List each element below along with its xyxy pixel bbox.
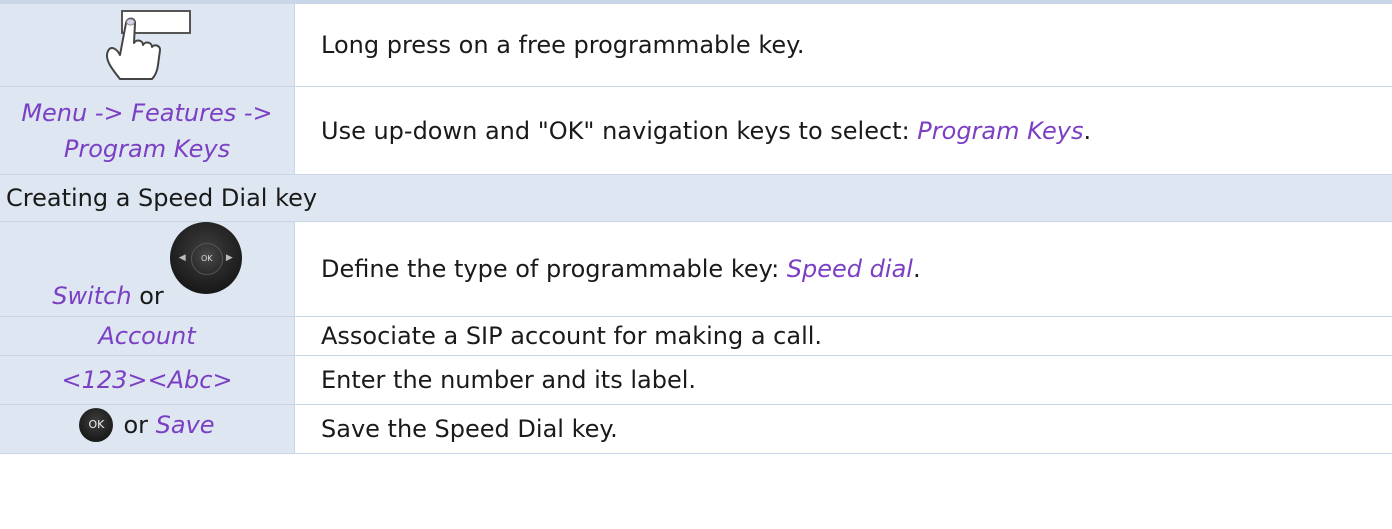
menu-path: Menu -> Features -> Program Keys bbox=[21, 98, 273, 163]
nav-pad-ok-label: OK bbox=[201, 254, 213, 263]
section-header-row: Creating a Speed Dial key bbox=[0, 174, 1392, 222]
save-label: Save bbox=[155, 410, 215, 439]
menu-text-suffix: . bbox=[1083, 116, 1092, 145]
menu-text-highlight: Program Keys bbox=[917, 116, 1084, 145]
save-cell: OK or Save bbox=[0, 404, 295, 454]
save-text: Save the Speed Dial key. bbox=[294, 404, 1392, 454]
switch-cell: Switch or ◀ OK ▶ bbox=[0, 221, 295, 317]
long-press-icon-cell bbox=[0, 4, 295, 87]
ok-button-label: OK bbox=[88, 417, 105, 431]
account-text: Associate a SIP account for making a cal… bbox=[294, 316, 1392, 356]
entry-cell: <123><Abc> bbox=[0, 355, 295, 405]
switch-text: Define the type of programmable key: Spe… bbox=[294, 221, 1392, 317]
hand-pressing-key-icon bbox=[92, 7, 202, 83]
switch-label: Switch bbox=[52, 282, 132, 310]
account-label: Account bbox=[98, 322, 196, 350]
menu-path-cell: Menu -> Features -> Program Keys bbox=[0, 86, 295, 175]
navigation-ok-pad-icon: ◀ OK ▶ bbox=[169, 222, 242, 294]
row-save: OK or Save Save the Speed Dial key. bbox=[0, 404, 1392, 454]
switch-or: or bbox=[139, 282, 164, 310]
switch-text-highlight: Speed dial bbox=[786, 255, 913, 283]
switch-text-suffix: . bbox=[912, 255, 921, 283]
section-title: Creating a Speed Dial key bbox=[0, 174, 1392, 222]
menu-text: Use up-down and "OK" navigation keys to … bbox=[294, 86, 1392, 175]
ok-button-icon: OK bbox=[79, 407, 114, 442]
row-menu: Menu -> Features -> Program Keys Use up-… bbox=[0, 86, 1392, 175]
instruction-page: Long press on a free programmable key. M… bbox=[0, 0, 1392, 529]
row-account: Account Associate a SIP account for maki… bbox=[0, 316, 1392, 356]
menu-text-prefix: Use up-down and "OK" navigation keys to … bbox=[321, 116, 918, 145]
entry-text: Enter the number and its label. bbox=[294, 355, 1392, 405]
entry-label: <123><Abc> bbox=[61, 366, 233, 394]
switch-inline: Switch or ◀ OK ▶ bbox=[52, 222, 242, 316]
save-inline: OK or Save bbox=[79, 407, 215, 443]
row-entry: <123><Abc> Enter the number and its labe… bbox=[0, 355, 1392, 405]
switch-text-prefix: Define the type of programmable key: bbox=[321, 255, 787, 283]
row-switch: Switch or ◀ OK ▶ Define the type of prog… bbox=[0, 221, 1392, 317]
account-cell: Account bbox=[0, 316, 295, 356]
long-press-text: Long press on a free programmable key. bbox=[294, 4, 1392, 87]
instruction-table: Long press on a free programmable key. M… bbox=[0, 4, 1392, 454]
save-or: or bbox=[123, 410, 148, 439]
row-long-press: Long press on a free programmable key. bbox=[0, 4, 1392, 87]
